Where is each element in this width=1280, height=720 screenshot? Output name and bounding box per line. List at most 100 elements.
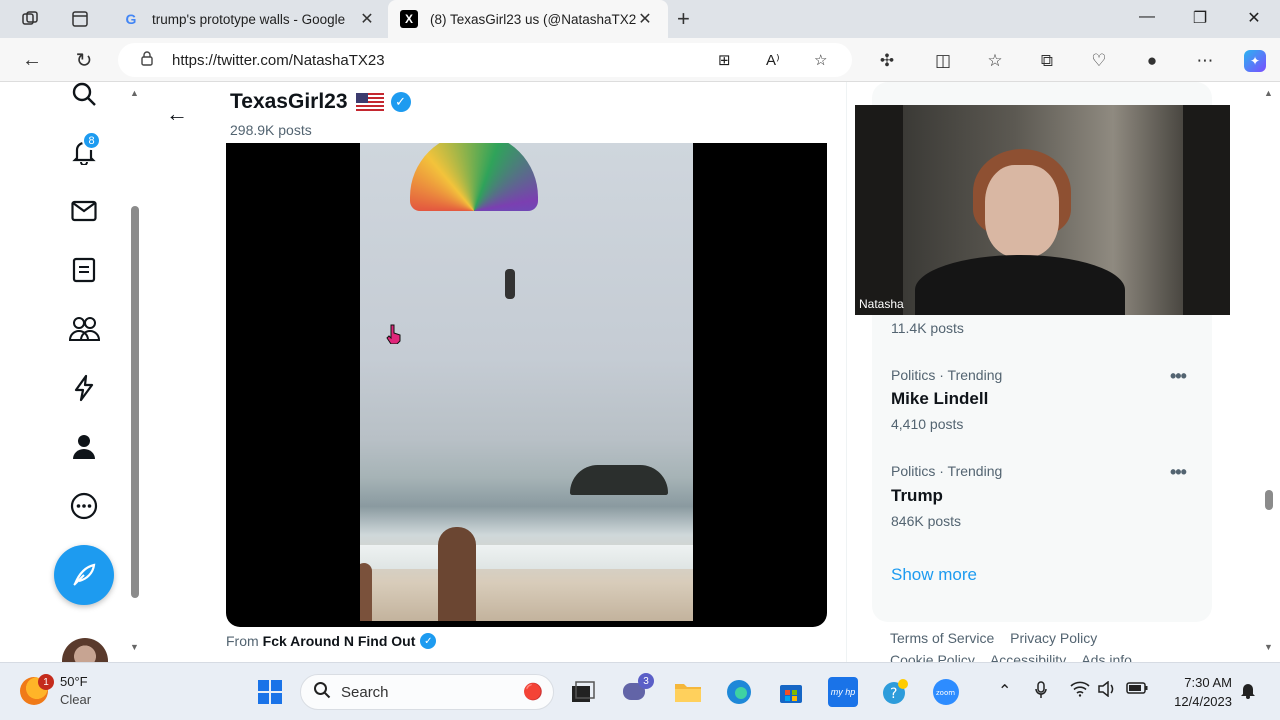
weather-condition: Clear — [60, 692, 92, 707]
scrollbar-thumb[interactable] — [1265, 490, 1273, 510]
wifi-icon[interactable] — [1070, 681, 1090, 702]
webcam-overlay: Natasha — [855, 105, 1230, 315]
ads-info-link[interactable]: Ads info — [1081, 652, 1132, 662]
scroll-down-arrow-icon[interactable]: ▼ — [1264, 642, 1273, 652]
collections-icon[interactable]: ⧉ — [1036, 50, 1058, 72]
back-icon[interactable]: ← — [20, 48, 44, 72]
compose-post-button[interactable] — [54, 545, 114, 605]
accessibility-link[interactable]: Accessibility — [990, 652, 1066, 662]
read-aloud-icon[interactable]: A⁾ — [766, 43, 780, 77]
url-text: https://twitter.com/NatashaTX23 — [172, 51, 385, 69]
search-icon — [313, 681, 331, 703]
tweet-video-player[interactable] — [226, 143, 827, 627]
show-hidden-icons-icon[interactable]: ⌃ — [998, 681, 1011, 701]
url-bar[interactable]: https://twitter.com/NatashaTX23 ⊞ A⁾ ☆ — [118, 43, 852, 77]
show-more-link[interactable]: Show more — [891, 565, 977, 585]
tab-twitter-profile[interactable]: X (8) TexasGirl23 us (@NatashaTX2 ✕ — [388, 0, 668, 38]
scroll-down-arrow-icon[interactable]: ▼ — [130, 642, 139, 652]
favorites-icon[interactable]: ☆ — [984, 50, 1006, 72]
taskbar-search[interactable]: Search 🔴 — [300, 674, 554, 710]
svg-text:?: ? — [890, 686, 897, 702]
close-window-icon[interactable]: ✕ — [1239, 8, 1269, 28]
tab-google-search[interactable]: G trump's prototype walls - Google ✕ — [110, 0, 388, 38]
source-account-link[interactable]: Fck Around N Find Out — [263, 633, 416, 649]
favorite-star-icon[interactable]: ☆ — [814, 43, 827, 77]
trend-category: Politics · Trending — [891, 367, 1003, 383]
more-menu-icon[interactable]: ⋯ — [1194, 50, 1216, 72]
scrollbar-thumb[interactable] — [131, 206, 139, 598]
lock-icon — [140, 50, 154, 70]
myhp-icon[interactable]: my hp — [828, 677, 858, 707]
zoom-icon[interactable]: zoom — [931, 677, 961, 707]
island — [570, 465, 668, 495]
trend-name: Mike Lindell — [891, 389, 989, 408]
trend-name: Trump — [891, 486, 943, 505]
nav-scrollbar[interactable]: ▲ ▼ — [128, 82, 142, 662]
profile-name-row: TexasGirl23 ✓ — [230, 90, 411, 114]
lists-icon[interactable] — [68, 254, 100, 286]
verified-lightning-icon[interactable] — [68, 372, 100, 404]
tab-title: (8) TexasGirl23 us (@NatashaTX2 — [430, 11, 636, 27]
edge-browser-icon[interactable] — [724, 677, 754, 707]
back-arrow-icon[interactable]: ← — [166, 101, 188, 127]
app-available-icon[interactable]: ⊞ — [718, 43, 731, 77]
page-scrollbar[interactable]: ▲ ▼ — [1262, 82, 1276, 662]
footer-links: Terms of Service Privacy Policy Cookie P… — [890, 627, 1230, 662]
weather-moon-icon: 1 — [20, 674, 54, 705]
verified-badge-icon: ✓ — [420, 633, 437, 649]
file-explorer-icon[interactable] — [673, 677, 703, 707]
copilot-icon[interactable]: ✦ — [1244, 50, 1266, 72]
terms-link[interactable]: Terms of Service — [890, 630, 994, 646]
split-screen-icon[interactable]: ◫ — [932, 50, 954, 72]
trend-more-icon[interactable]: ••• — [1170, 366, 1187, 387]
explore-search-icon[interactable] — [68, 82, 100, 110]
restore-icon[interactable]: ❐ — [1185, 8, 1215, 28]
communities-icon[interactable] — [68, 313, 100, 345]
new-tab-icon[interactable]: + — [677, 6, 690, 32]
task-view-icon[interactable] — [568, 677, 598, 707]
teams-badge: 3 — [638, 673, 654, 689]
webcam-name-label: Natasha — [859, 297, 904, 311]
scroll-up-arrow-icon[interactable]: ▲ — [1264, 88, 1273, 98]
microphone-icon[interactable] — [1034, 681, 1048, 704]
tab-actions-icon[interactable] — [70, 9, 90, 29]
clock-date: 12/4/2023 — [1174, 694, 1232, 709]
beach-person — [438, 527, 476, 621]
profile-icon[interactable]: ● — [1141, 50, 1163, 72]
account-avatar[interactable] — [62, 638, 108, 662]
workspaces-icon[interactable] — [20, 9, 40, 29]
close-tab-icon[interactable]: ✕ — [358, 10, 376, 28]
trend-more-icon[interactable]: ••• — [1170, 462, 1187, 483]
trend-post-count: 846K posts — [891, 513, 962, 529]
search-label: Search — [341, 683, 389, 701]
volume-icon[interactable] — [1098, 680, 1116, 702]
windows-start-icon[interactable] — [255, 677, 285, 707]
google-g-icon: G — [125, 11, 137, 27]
browser-essentials-icon[interactable]: ♡ — [1088, 50, 1110, 72]
microsoft-store-icon[interactable] — [776, 677, 806, 707]
column-divider — [846, 82, 847, 662]
parasail-canopy — [410, 143, 538, 211]
weather-alert-badge: 1 — [38, 674, 54, 690]
beach-person-left — [360, 563, 372, 621]
notification-bell-icon[interactable] — [1240, 681, 1256, 704]
scroll-up-arrow-icon[interactable]: ▲ — [130, 88, 139, 98]
minimize-icon[interactable]: — — [1132, 8, 1162, 26]
weather-temperature: 50°F — [60, 674, 88, 689]
extensions-icon[interactable]: ✣ — [876, 50, 898, 72]
battery-icon[interactable] — [1126, 681, 1148, 700]
more-options-circle-icon[interactable] — [68, 490, 100, 522]
messages-envelope-icon[interactable] — [68, 195, 100, 227]
weather-widget[interactable]: 1 50°F Clear — [20, 673, 91, 709]
cookie-link[interactable]: Cookie Policy — [890, 652, 975, 662]
refresh-icon[interactable]: ↻ — [72, 48, 96, 72]
teams-chat-icon[interactable]: 3 — [620, 673, 654, 707]
us-flag-icon — [355, 93, 384, 111]
close-tab-icon[interactable]: ✕ — [636, 10, 654, 28]
privacy-link[interactable]: Privacy Policy — [1010, 630, 1097, 646]
system-clock[interactable]: 7:30 AM 12/4/2023 — [1160, 673, 1232, 711]
tab-title: trump's prototype walls - Google — [152, 11, 346, 27]
profile-person-icon[interactable] — [68, 431, 100, 463]
help-icon[interactable]: ? — [880, 677, 910, 707]
profile-post-count: 298.9K posts — [230, 122, 312, 138]
